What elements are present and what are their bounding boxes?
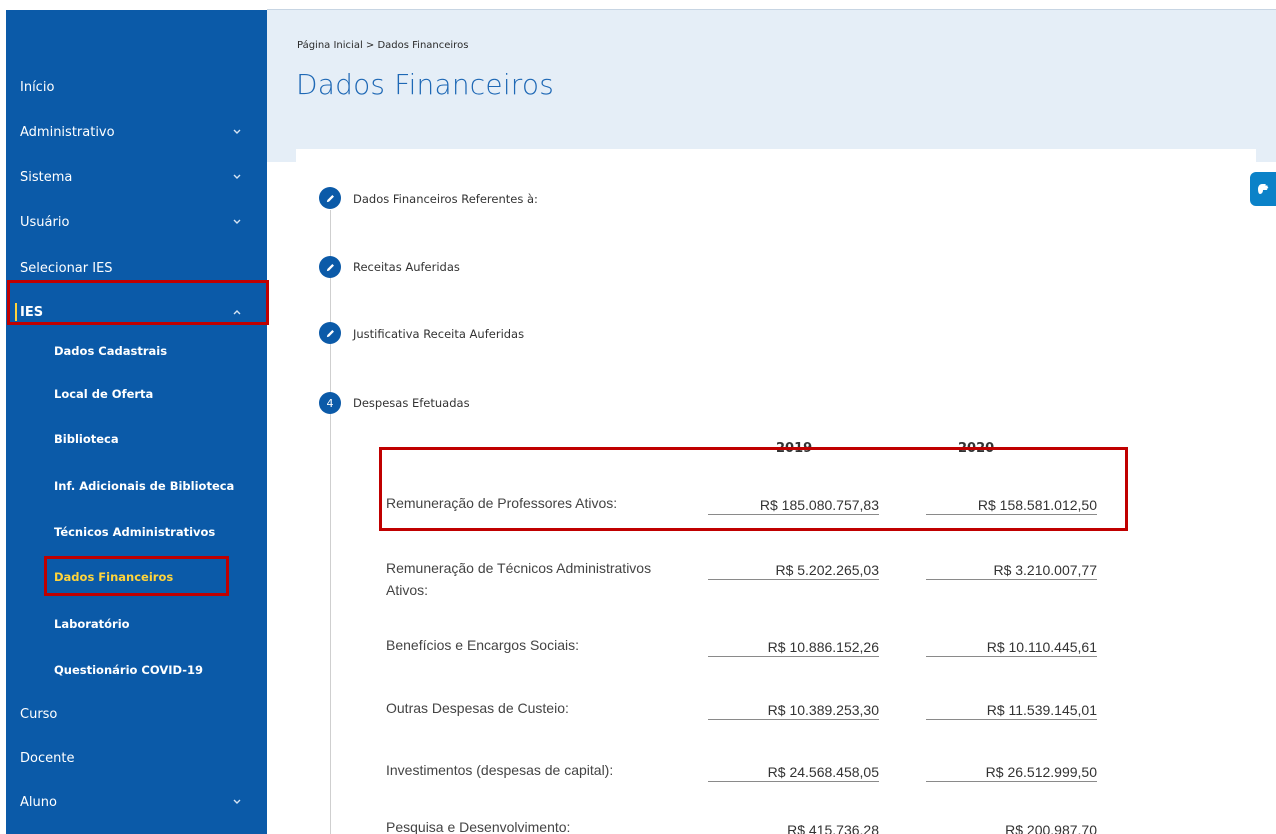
sidebar: Início Administrativo Sistema Usuário Se… — [6, 10, 267, 834]
chevron-down-icon — [233, 799, 241, 805]
expense-value-2020[interactable]: R$ 26.512.999,50 — [926, 762, 1097, 782]
sidebar-subitem-tecnicos-administrativos[interactable]: Técnicos Administrativos — [6, 515, 267, 549]
breadcrumb: Página Inicial > Dados Financeiros — [297, 40, 469, 51]
sidebar-item-docente[interactable]: Docente — [6, 738, 267, 778]
sidebar-item-label: Início — [20, 79, 55, 95]
sidebar-subitem-label: Inf. Adicionais de Biblioteca — [54, 479, 235, 493]
expense-label: Remuneração de Professores Ativos: — [386, 495, 618, 511]
expense-value-2020[interactable]: R$ 200.987,70 — [926, 820, 1097, 834]
sidebar-item-label: Aluno — [20, 794, 57, 810]
year-header-2020: 2020 — [958, 441, 995, 456]
expense-label: Remuneração de Técnicos Administrativos … — [386, 560, 652, 598]
step-label: Despesas Efetuadas — [353, 396, 470, 410]
sidebar-subitem-label: Laboratório — [54, 617, 130, 631]
step-label[interactable]: Dados Financeiros Referentes à: — [353, 192, 538, 206]
sidebar-item-inicio[interactable]: Início — [6, 67, 267, 107]
pencil-icon — [326, 329, 334, 337]
expense-value-2020[interactable]: R$ 3.210.007,77 — [926, 560, 1097, 580]
accessibility-widget-button[interactable] — [1250, 172, 1276, 206]
active-indicator — [15, 303, 17, 321]
step-label[interactable]: Receitas Auferidas — [353, 260, 460, 274]
sidebar-item-label: IES — [20, 304, 44, 320]
sidebar-subitem-inf-adicionais-biblioteca[interactable]: Inf. Adicionais de Biblioteca — [6, 469, 267, 503]
year-header-2019: 2019 — [776, 441, 813, 456]
step-edit-button[interactable] — [319, 187, 341, 209]
expense-value-2019[interactable]: R$ 10.389.253,30 — [708, 700, 879, 720]
sidebar-item-ies[interactable]: IES — [6, 292, 267, 332]
pencil-icon — [326, 194, 334, 202]
chevron-down-icon — [233, 219, 241, 225]
sidebar-item-curso[interactable]: Curso — [6, 694, 267, 734]
sidebar-item-label: Curso — [20, 706, 58, 722]
step-number-badge: 4 — [319, 392, 341, 414]
expense-value-2019[interactable]: R$ 415.736,28 — [708, 820, 879, 834]
sidebar-item-label: Selecionar IES — [20, 260, 113, 276]
sidebar-subitem-label: Biblioteca — [54, 432, 119, 446]
chevron-up-icon — [233, 309, 241, 315]
sidebar-subitem-laboratorio[interactable]: Laboratório — [6, 607, 267, 641]
sidebar-item-usuario[interactable]: Usuário — [6, 202, 267, 242]
expense-label: Outras Despesas de Custeio: — [386, 700, 569, 716]
sidebar-item-sistema[interactable]: Sistema — [6, 157, 267, 197]
page-title: Dados Financeiros — [296, 68, 555, 101]
expense-value-2019[interactable]: R$ 10.886.152,26 — [708, 637, 879, 657]
expense-value-2019[interactable]: R$ 185.080.757,83 — [708, 495, 879, 515]
sidebar-item-label: Sistema — [20, 169, 73, 185]
sidebar-subitem-dados-cadastrais[interactable]: Dados Cadastrais — [6, 334, 267, 368]
sidebar-subitem-label: Questionário COVID-19 — [54, 663, 204, 677]
sidebar-subitem-dados-financeiros[interactable]: Dados Financeiros — [6, 560, 267, 594]
sidebar-item-selecionar-ies[interactable]: Selecionar IES — [6, 248, 267, 288]
expense-value-2020[interactable]: R$ 158.581.012,50 — [926, 495, 1097, 515]
expense-label: Benefícios e Encargos Sociais: — [386, 637, 579, 653]
sidebar-item-aluno[interactable]: Aluno — [6, 782, 267, 822]
sidebar-subitem-label: Dados Cadastrais — [54, 344, 168, 358]
sidebar-item-label: Usuário — [20, 214, 70, 230]
sidebar-subitem-local-de-oferta[interactable]: Local de Oferta — [6, 377, 267, 411]
step-label[interactable]: Justificativa Receita Auferidas — [353, 327, 524, 341]
sidebar-subitem-questionario-covid[interactable]: Questionário COVID-19 — [6, 653, 267, 687]
expense-value-2019[interactable]: R$ 24.568.458,05 — [708, 762, 879, 782]
sidebar-item-label: Administrativo — [20, 124, 115, 140]
expense-label: Investimentos (despesas de capital): — [386, 762, 614, 778]
sign-language-icon — [1258, 184, 1269, 194]
sidebar-item-administrativo[interactable]: Administrativo — [6, 112, 267, 152]
sidebar-subitem-biblioteca[interactable]: Biblioteca — [6, 422, 267, 456]
step-edit-button[interactable] — [319, 256, 341, 278]
sidebar-subitem-label: Local de Oferta — [54, 387, 154, 401]
stepper-line — [330, 210, 331, 834]
step-edit-button[interactable] — [319, 322, 341, 344]
sidebar-item-label: Docente — [20, 750, 75, 766]
expense-value-2020[interactable]: R$ 11.539.145,01 — [926, 700, 1097, 720]
sidebar-subitem-label: Dados Financeiros — [54, 570, 174, 584]
chevron-down-icon — [233, 129, 241, 135]
chevron-down-icon — [233, 174, 241, 180]
sidebar-subitem-label: Técnicos Administrativos — [54, 525, 216, 539]
expense-value-2020[interactable]: R$ 10.110.445,61 — [926, 637, 1097, 657]
expense-label: Pesquisa e Desenvolvimento: — [386, 819, 571, 834]
pencil-icon — [326, 263, 334, 271]
expense-value-2019[interactable]: R$ 5.202.265,03 — [708, 560, 879, 580]
